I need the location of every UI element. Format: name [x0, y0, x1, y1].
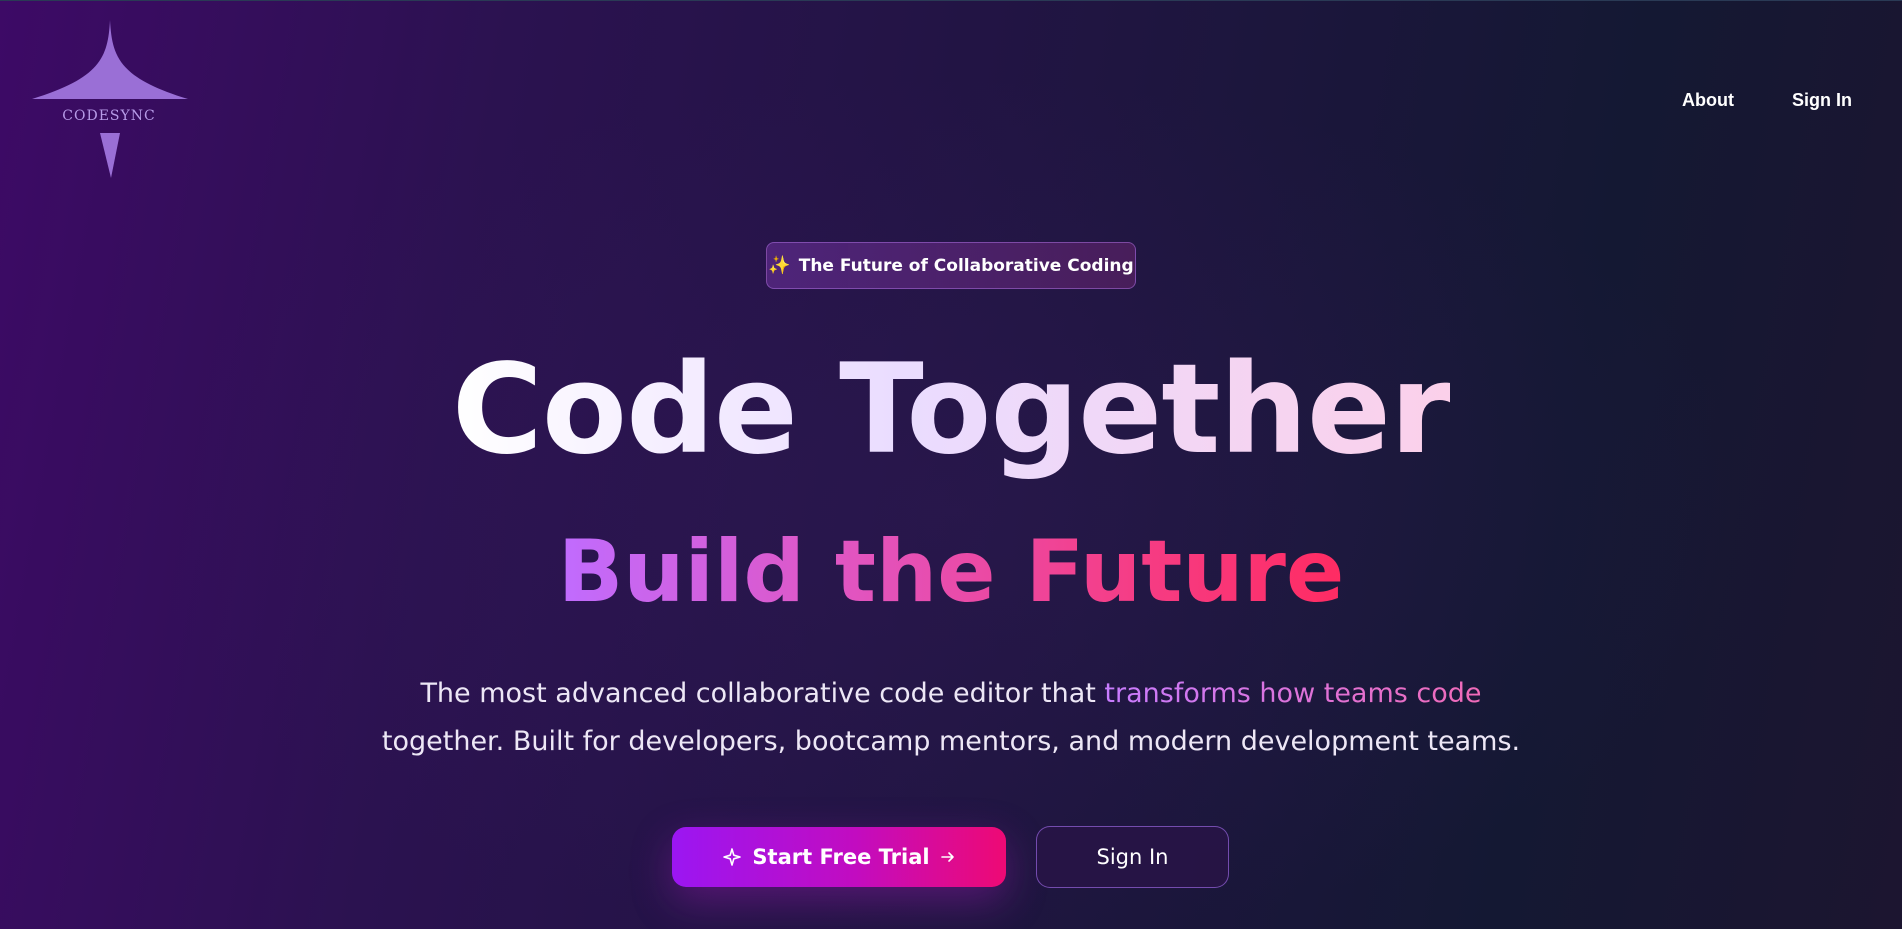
- description-after: together. Built for developers, bootcamp…: [381, 726, 1521, 757]
- top-nav: About Sign In: [1682, 90, 1852, 111]
- badge-text: The Future of Collaborative Coding: [798, 255, 1134, 276]
- hero-description: The most advanced collaborative code edi…: [0, 670, 1902, 766]
- announcement-badge: ✨ The Future of Collaborative Coding: [766, 242, 1136, 289]
- hero-title-text: Code Together: [451, 338, 1451, 482]
- logo-wordmark: CODESYNC: [62, 108, 156, 124]
- description-before: The most advanced collaborative code edi…: [420, 678, 1105, 709]
- hero-title: Code Together: [0, 345, 1902, 475]
- nav-about-link[interactable]: About: [1682, 90, 1734, 111]
- hero-subtitle: Build the Future: [0, 522, 1902, 622]
- arrow-right-icon: [940, 849, 956, 865]
- hero-subtitle-text: Build the Future: [557, 522, 1345, 622]
- start-free-trial-label: Start Free Trial: [752, 845, 930, 869]
- sparkles-icon: ✨: [768, 255, 791, 276]
- sparkle-icon: [722, 847, 742, 867]
- nav-sign-in-link[interactable]: Sign In: [1792, 90, 1852, 111]
- sign-in-button[interactable]: Sign In: [1036, 826, 1229, 888]
- codesync-logo[interactable]: CODESYNC: [28, 18, 190, 180]
- sign-in-label: Sign In: [1096, 845, 1169, 869]
- star-logo-icon: [32, 20, 188, 178]
- top-border: [0, 0, 1902, 1]
- description-highlight: transforms how teams code: [1104, 678, 1482, 709]
- start-free-trial-button[interactable]: Start Free Trial: [672, 827, 1006, 887]
